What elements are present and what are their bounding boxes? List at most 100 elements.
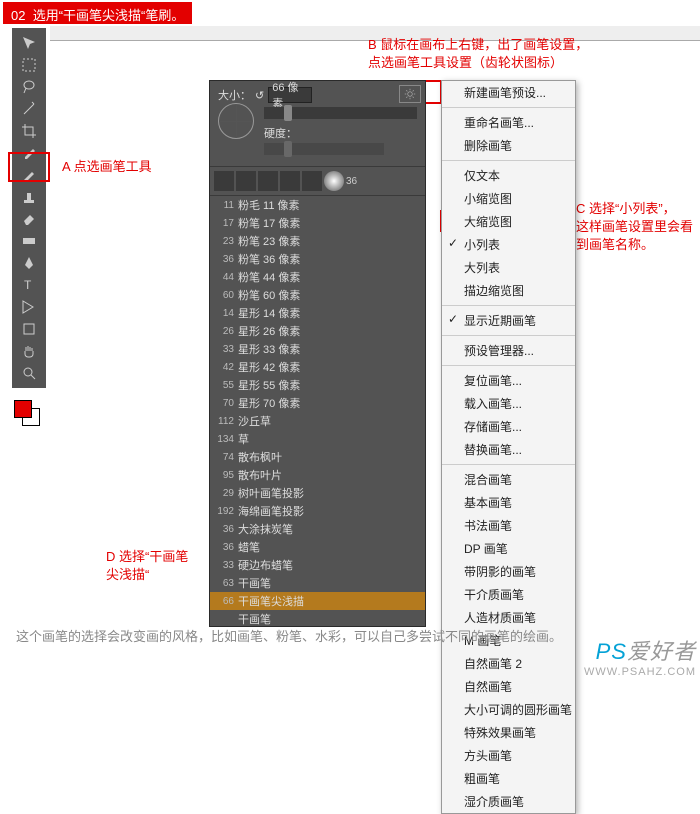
move-tool[interactable]: [14, 32, 44, 54]
shape-tool[interactable]: [14, 318, 44, 340]
menu-item[interactable]: 新建画笔预设...: [442, 81, 575, 104]
menu-item[interactable]: 大小可调的圆形画笔: [442, 698, 575, 721]
brush-list-item[interactable]: 33星形 33 像素: [210, 340, 425, 358]
gradient-tool[interactable]: [14, 230, 44, 252]
brush-size: 63: [214, 578, 234, 589]
brush-name: 粉笔 36 像素: [238, 251, 300, 267]
step-header: 02 选用“干画笔尖浅描“笔刷。: [3, 2, 192, 24]
menu-item[interactable]: 大列表: [442, 256, 575, 279]
brush-list-item[interactable]: 11粉毛 11 像素: [210, 196, 425, 214]
menu-item[interactable]: 替换画笔...: [442, 438, 575, 461]
pen-tool[interactable]: [14, 252, 44, 274]
brush-list-item[interactable]: 29树叶画笔投影: [210, 484, 425, 502]
menu-item[interactable]: 基本画笔: [442, 491, 575, 514]
size-slider[interactable]: [264, 107, 417, 119]
marquee-tool[interactable]: [14, 54, 44, 76]
brush-tip-angle[interactable]: [218, 103, 254, 139]
callout-a-text: A 点选画笔工具: [62, 158, 152, 176]
callout-c-text: C 选择“小列表”， 这样画笔设置里会看 到画笔名称。: [576, 200, 693, 254]
menu-item[interactable]: 自然画笔 2: [442, 652, 575, 675]
menu-item[interactable]: 仅文本: [442, 164, 575, 187]
brush-list-item[interactable]: 14星形 14 像素: [210, 304, 425, 322]
brush-size: 42: [214, 362, 234, 373]
brush-panel-header: 大小： ↺ 66 像素 硬度：: [210, 81, 425, 167]
brush-list-item[interactable]: 63干画笔: [210, 574, 425, 592]
type-tool[interactable]: T: [14, 274, 44, 296]
brush-list-item[interactable]: 95散布叶片: [210, 466, 425, 484]
brush-size: 60: [214, 290, 234, 301]
path-tool[interactable]: [14, 296, 44, 318]
menu-item[interactable]: 混合画笔: [442, 468, 575, 491]
menu-item[interactable]: 复位画笔...: [442, 369, 575, 392]
brush-size: 33: [214, 560, 234, 571]
menu-item[interactable]: 显示近期画笔: [442, 309, 575, 332]
size-input[interactable]: 66 像素: [268, 87, 312, 103]
menu-item[interactable]: 自然画笔: [442, 675, 575, 698]
brush-preview-thumb[interactable]: [236, 171, 256, 191]
lasso-tool[interactable]: [14, 76, 44, 98]
stamp-tool[interactable]: [14, 186, 44, 208]
wm-ahz: 爱好者: [627, 639, 696, 664]
menu-item[interactable]: 特殊效果画笔: [442, 721, 575, 744]
brush-list-item[interactable]: 74散布枫叶: [210, 448, 425, 466]
menu-separator: [442, 107, 575, 108]
brush-preview-thumb[interactable]: [258, 171, 278, 191]
menu-item[interactable]: 存储画笔...: [442, 415, 575, 438]
menu-item[interactable]: 大缩览图: [442, 210, 575, 233]
menu-item[interactable]: DP 画笔: [442, 537, 575, 560]
brush-preview-thumb[interactable]: [214, 171, 234, 191]
menu-item[interactable]: 粗画笔: [442, 767, 575, 790]
brush-size: 66: [214, 596, 234, 607]
menu-item[interactable]: 重命名画笔...: [442, 111, 575, 134]
brush-size: 74: [214, 452, 234, 463]
brush-name: 星形 33 像素: [238, 341, 300, 357]
brush-list-item[interactable]: 36蜡笔: [210, 538, 425, 556]
brush-size: 95: [214, 470, 234, 481]
brush-list-item[interactable]: 36粉笔 36 像素: [210, 250, 425, 268]
brush-list[interactable]: 11粉毛 11 像素17粉笔 17 像素23粉笔 23 像素36粉笔 36 像素…: [210, 196, 425, 626]
hardness-slider[interactable]: [264, 143, 384, 155]
brush-size: 192: [214, 506, 234, 517]
menu-item[interactable]: 载入画笔...: [442, 392, 575, 415]
brush-size: 36: [214, 542, 234, 553]
brush-list-item[interactable]: 26星形 26 像素: [210, 322, 425, 340]
brush-list-item[interactable]: 192海绵画笔投影: [210, 502, 425, 520]
menu-item[interactable]: 书法画笔: [442, 514, 575, 537]
menu-item[interactable]: 带阴影的画笔: [442, 560, 575, 583]
brush-list-item[interactable]: 23粉笔 23 像素: [210, 232, 425, 250]
menu-item[interactable]: 预设管理器...: [442, 339, 575, 362]
brush-list-item[interactable]: 干画笔: [210, 610, 425, 626]
brush-preview-thumb[interactable]: [280, 171, 300, 191]
size-reset-icon[interactable]: ↺: [255, 89, 264, 102]
brush-list-item[interactable]: 112沙丘草: [210, 412, 425, 430]
menu-item[interactable]: 湿介质画笔: [442, 790, 575, 813]
brush-preview-thumb[interactable]: [324, 171, 344, 191]
crop-tool[interactable]: [14, 120, 44, 142]
brush-list-item[interactable]: 44粉笔 44 像素: [210, 268, 425, 286]
brush-list-item[interactable]: 17粉笔 17 像素: [210, 214, 425, 232]
brush-list-item[interactable]: 55星形 55 像素: [210, 376, 425, 394]
brush-list-item[interactable]: 36大涂抹炭笔: [210, 520, 425, 538]
color-swatches[interactable]: [14, 400, 32, 436]
menu-item[interactable]: 小列表: [442, 233, 575, 256]
brush-preview-thumb[interactable]: [302, 171, 322, 191]
brush-list-item[interactable]: 33硬边布蜡笔: [210, 556, 425, 574]
brush-list-item[interactable]: 134草: [210, 430, 425, 448]
menu-item[interactable]: 小缩览图: [442, 187, 575, 210]
menu-item[interactable]: 删除画笔: [442, 134, 575, 157]
brush-list-item[interactable]: 70星形 70 像素: [210, 394, 425, 412]
brush-list-item[interactable]: 66干画笔尖浅描: [210, 592, 425, 610]
brush-list-item[interactable]: 42星形 42 像素: [210, 358, 425, 376]
eraser-tool[interactable]: [14, 208, 44, 230]
hand-tool[interactable]: [14, 340, 44, 362]
menu-item[interactable]: 方头画笔: [442, 744, 575, 767]
brush-name: 粉笔 44 像素: [238, 269, 300, 285]
menu-item[interactable]: 描边缩览图: [442, 279, 575, 302]
brush-list-item[interactable]: 60粉笔 60 像素: [210, 286, 425, 304]
menu-item[interactable]: 人造材质画笔: [442, 606, 575, 629]
menu-item[interactable]: 干介质画笔: [442, 583, 575, 606]
foreground-color[interactable]: [14, 400, 32, 418]
gear-icon[interactable]: [399, 85, 421, 103]
wand-tool[interactable]: [14, 98, 44, 120]
zoom-tool[interactable]: [14, 362, 44, 384]
